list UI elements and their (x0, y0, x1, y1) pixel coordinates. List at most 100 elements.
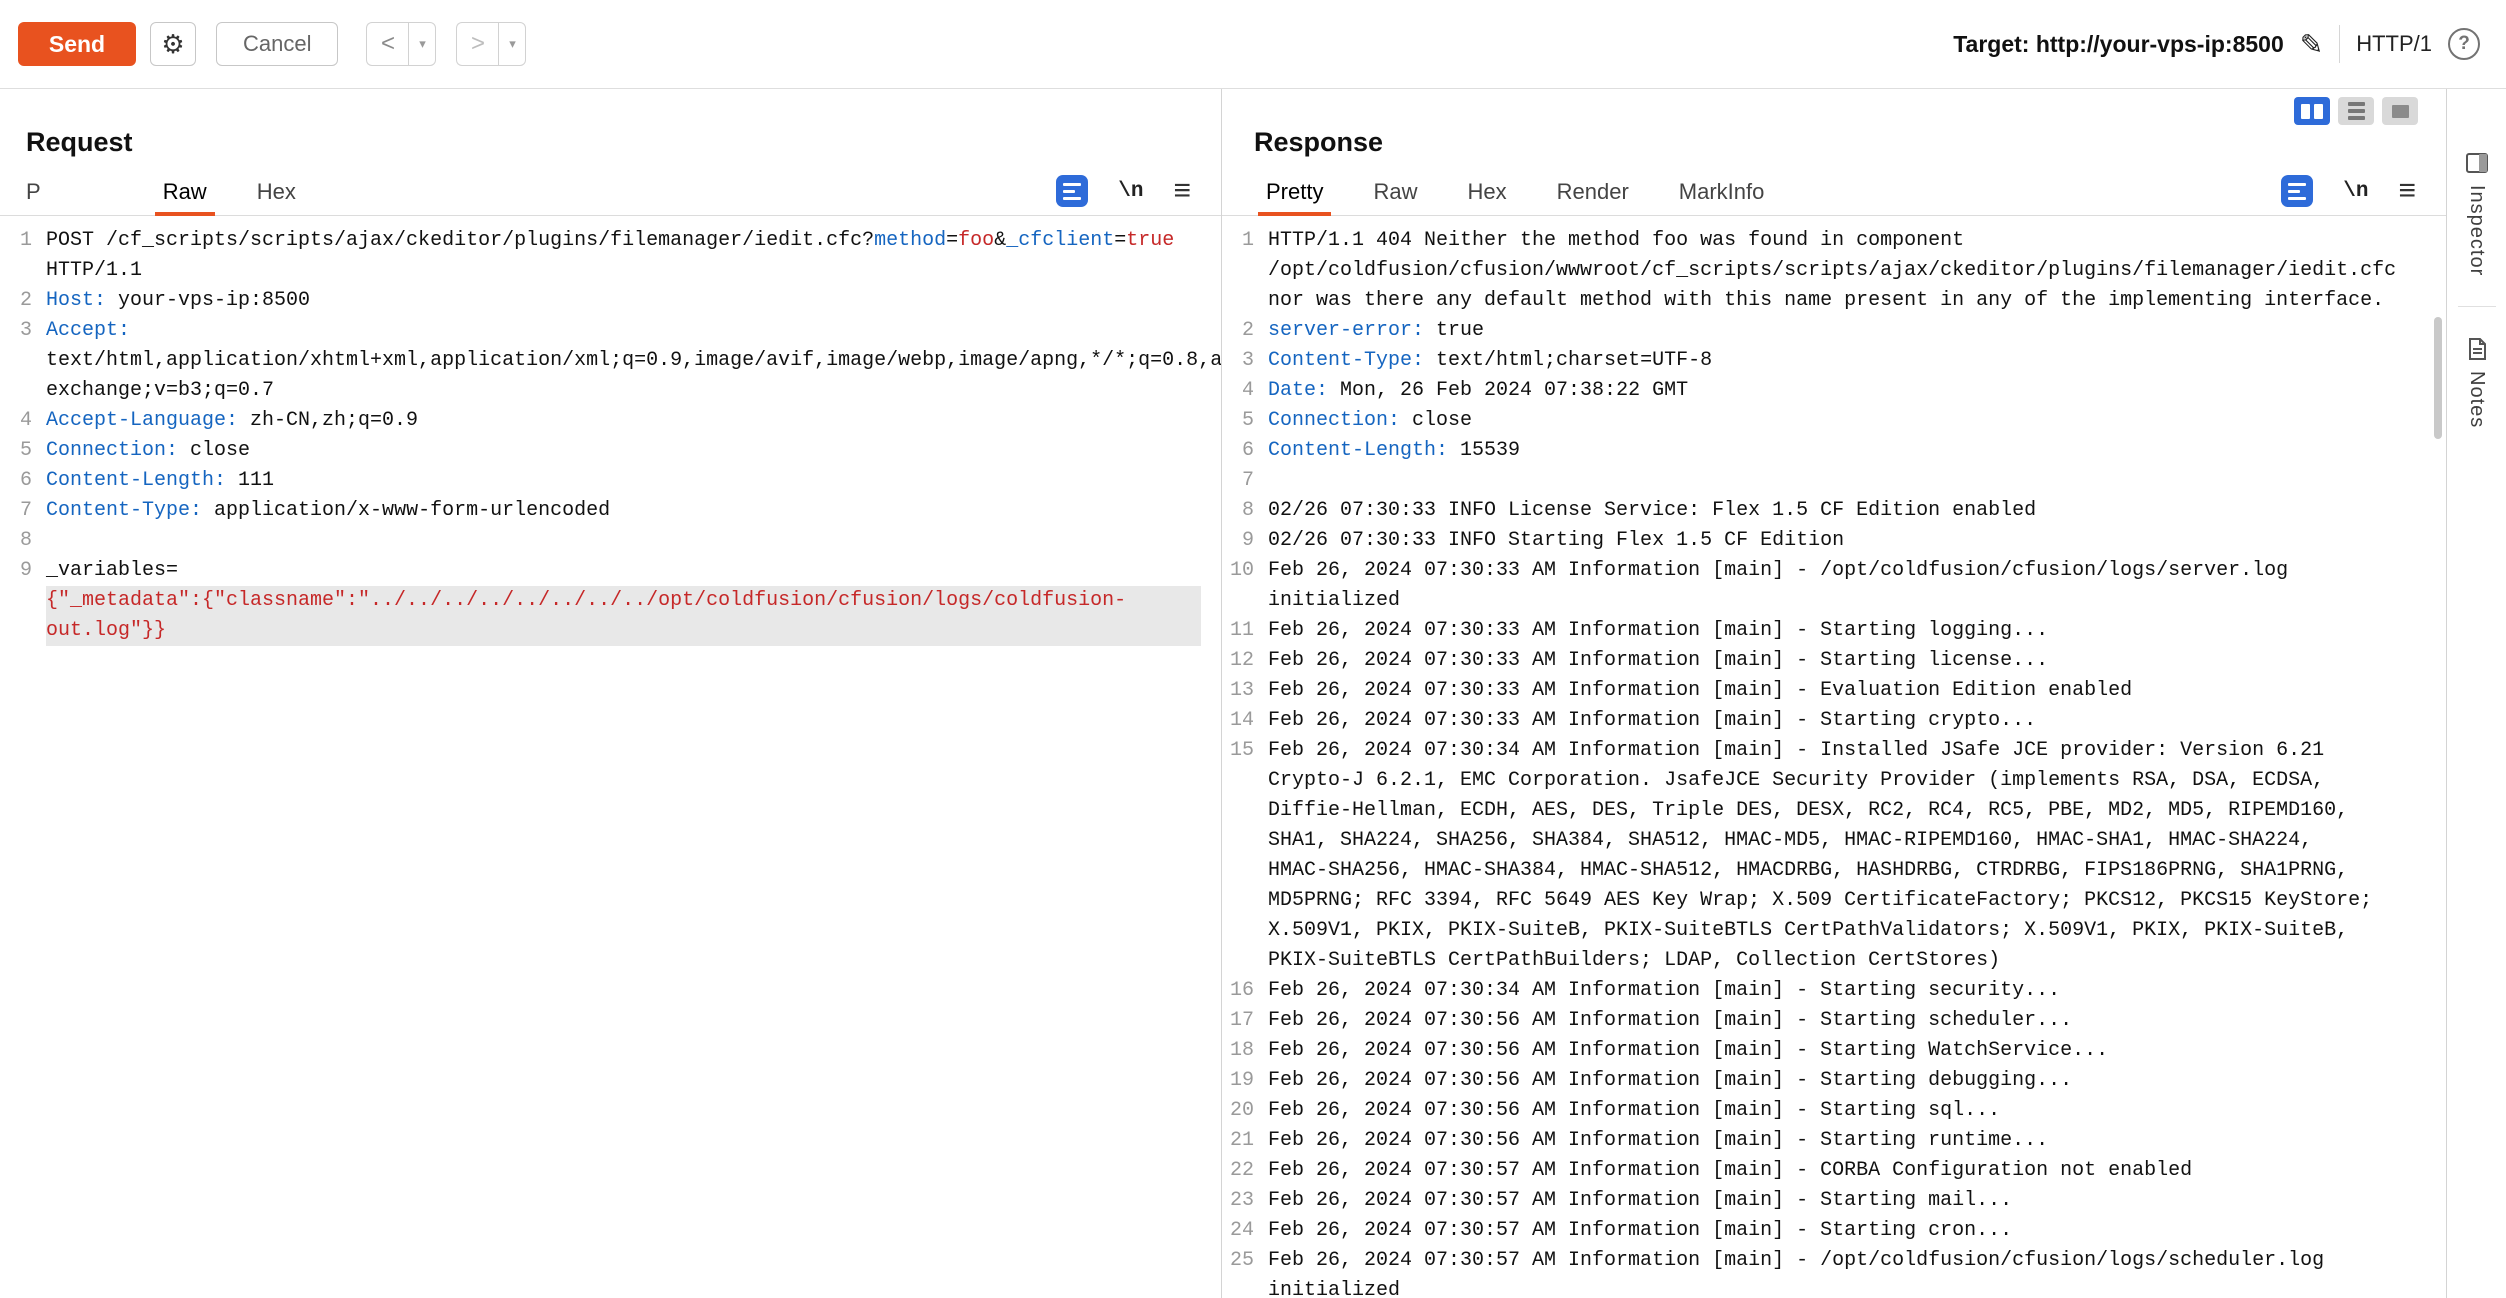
code-line: 802/26 07:30:33 INFO License Service: Fl… (1222, 496, 2446, 526)
line-number: 8 (1222, 496, 1268, 526)
code-line: 23Feb 26, 2024 07:30:57 AM Information [… (1222, 1186, 2446, 1216)
response-scrollbar[interactable] (2432, 303, 2444, 1298)
line-number: 4 (1222, 376, 1268, 406)
code-line: 16Feb 26, 2024 07:30:34 AM Information [… (1222, 976, 2446, 1006)
layout-single-button[interactable] (2382, 97, 2418, 125)
line-content: Accept-Language: zh-CN,zh;q=0.9 (46, 406, 1221, 436)
line-number: 12 (1222, 646, 1268, 676)
response-panel-title: Response (1254, 127, 2446, 158)
line-content: Accept: text/html,application/xhtml+xml,… (46, 316, 1221, 406)
request-tab-pretty[interactable]: P (14, 179, 53, 215)
line-content: Feb 26, 2024 07:30:57 AM Information [ma… (1268, 1246, 2446, 1298)
response-tabs-row: Pretty Raw Hex Render MarkInfo \n ≡ (1222, 174, 2446, 216)
scrollbar-thumb[interactable] (2434, 317, 2442, 439)
request-tabs-row: P Raw Hex \n ≡ (0, 174, 1221, 216)
response-tab-markinfo[interactable]: MarkInfo (1667, 179, 1777, 215)
line-content: Feb 26, 2024 07:30:56 AM Information [ma… (1268, 1006, 2446, 1036)
line-content: Feb 26, 2024 07:30:57 AM Information [ma… (1268, 1216, 2446, 1246)
line-number: 7 (0, 496, 46, 526)
editor-menu-icon[interactable]: ≡ (1173, 176, 1191, 206)
send-button[interactable]: Send (18, 22, 136, 66)
line-content: Feb 26, 2024 07:30:57 AM Information [ma… (1268, 1186, 2446, 1216)
request-panel-title: Request (26, 127, 1221, 158)
line-number: 2 (0, 286, 46, 316)
line-content: Feb 26, 2024 07:30:34 AM Information [ma… (1268, 976, 2446, 1006)
line-number: 3 (1222, 346, 1268, 376)
line-number: 6 (0, 466, 46, 496)
line-number: 9 (0, 556, 46, 646)
request-tab-raw[interactable]: Raw (151, 179, 219, 215)
layout-rows-button[interactable] (2338, 97, 2374, 125)
code-line: 4Accept-Language: zh-CN,zh;q=0.9 (0, 406, 1221, 436)
layout-columns-button[interactable] (2294, 97, 2330, 125)
line-number: 14 (1222, 706, 1268, 736)
line-number: 7 (1222, 466, 1268, 496)
request-panel: Request P Raw Hex \n ≡ 1POST /cf_scripts… (0, 89, 1222, 1298)
response-panel: Response Pretty Raw Hex Render MarkInfo … (1222, 89, 2446, 1298)
response-tab-raw[interactable]: Raw (1361, 179, 1429, 215)
line-content: _variables={"_metadata":{"classname":"..… (46, 556, 1221, 646)
line-number: 21 (1222, 1126, 1268, 1156)
line-number: 1 (0, 226, 46, 286)
code-line: 5Connection: close (0, 436, 1221, 466)
sidebar-tab-notes[interactable]: Notes (2465, 337, 2489, 428)
forward-button[interactable]: > (456, 22, 498, 66)
code-line: 21Feb 26, 2024 07:30:56 AM Information [… (1222, 1126, 2446, 1156)
line-content: 02/26 07:30:33 INFO Starting Flex 1.5 CF… (1268, 526, 2446, 556)
response-tab-render[interactable]: Render (1545, 179, 1641, 215)
newline-toggle-icon[interactable]: \n (1118, 180, 1143, 203)
newline-toggle-icon[interactable]: \n (2343, 180, 2368, 203)
forward-arrow-icon: > (471, 30, 485, 58)
line-content: Content-Type: application/x-www-form-url… (46, 496, 1221, 526)
line-content: 02/26 07:30:33 INFO License Service: Fle… (1268, 496, 2446, 526)
line-number: 6 (1222, 436, 1268, 466)
line-number: 9 (1222, 526, 1268, 556)
line-content: Feb 26, 2024 07:30:56 AM Information [ma… (1268, 1066, 2446, 1096)
response-tab-pretty[interactable]: Pretty (1254, 179, 1335, 215)
forward-dropdown-button[interactable]: ▾ (498, 22, 526, 66)
line-number: 23 (1222, 1186, 1268, 1216)
code-line: 22Feb 26, 2024 07:30:57 AM Information [… (1222, 1156, 2446, 1186)
code-line: 5Connection: close (1222, 406, 2446, 436)
line-number: 1 (1222, 226, 1268, 316)
sidebar-tab-inspector[interactable]: Inspector (2465, 151, 2489, 276)
code-line: 6Content-Length: 15539 (1222, 436, 2446, 466)
history-back-group: < ▾ (366, 22, 436, 66)
line-content: Feb 26, 2024 07:30:33 AM Information [ma… (1268, 706, 2446, 736)
main-area: Request P Raw Hex \n ≡ 1POST /cf_scripts… (0, 89, 2506, 1298)
settings-button[interactable]: ⚙ (150, 22, 196, 66)
code-line: 17Feb 26, 2024 07:30:56 AM Information [… (1222, 1006, 2446, 1036)
line-content (1268, 466, 2446, 496)
line-content: Feb 26, 2024 07:30:34 AM Information [ma… (1268, 736, 2446, 976)
edit-target-icon[interactable]: ✎ (2300, 28, 2323, 61)
response-tab-hex[interactable]: Hex (1455, 179, 1518, 215)
code-line: 18Feb 26, 2024 07:30:56 AM Information [… (1222, 1036, 2446, 1066)
line-number: 20 (1222, 1096, 1268, 1126)
line-number: 15 (1222, 736, 1268, 976)
code-line: 11Feb 26, 2024 07:30:33 AM Information [… (1222, 616, 2446, 646)
code-line: 20Feb 26, 2024 07:30:56 AM Information [… (1222, 1096, 2446, 1126)
response-editor: 1HTTP/1.1 404 Neither the method foo was… (1222, 216, 2446, 1298)
http-version-selector[interactable]: HTTP/1 (2356, 31, 2432, 57)
line-number: 11 (1222, 616, 1268, 646)
code-line: 10Feb 26, 2024 07:30:33 AM Information [… (1222, 556, 2446, 616)
code-line: 3Content-Type: text/html;charset=UTF-8 (1222, 346, 2446, 376)
code-line: 902/26 07:30:33 INFO Starting Flex 1.5 C… (1222, 526, 2446, 556)
highlighting-icon[interactable] (1056, 175, 1088, 207)
code-line: 13Feb 26, 2024 07:30:33 AM Information [… (1222, 676, 2446, 706)
cancel-button[interactable]: Cancel (216, 22, 338, 66)
editor-menu-icon[interactable]: ≡ (2398, 176, 2416, 206)
back-dropdown-button[interactable]: ▾ (408, 22, 436, 66)
help-icon[interactable]: ? (2448, 28, 2480, 60)
request-editor[interactable]: 1POST /cf_scripts/scripts/ajax/ckeditor/… (0, 216, 1221, 646)
line-number: 16 (1222, 976, 1268, 1006)
back-button[interactable]: < (366, 22, 408, 66)
highlighting-icon[interactable] (2281, 175, 2313, 207)
request-tab-hex[interactable]: Hex (245, 179, 308, 215)
line-content: Connection: close (1268, 406, 2446, 436)
line-content: Feb 26, 2024 07:30:33 AM Information [ma… (1268, 616, 2446, 646)
code-line: 4Date: Mon, 26 Feb 2024 07:38:22 GMT (1222, 376, 2446, 406)
line-number: 5 (0, 436, 46, 466)
line-number: 8 (0, 526, 46, 556)
line-content: Feb 26, 2024 07:30:56 AM Information [ma… (1268, 1036, 2446, 1066)
